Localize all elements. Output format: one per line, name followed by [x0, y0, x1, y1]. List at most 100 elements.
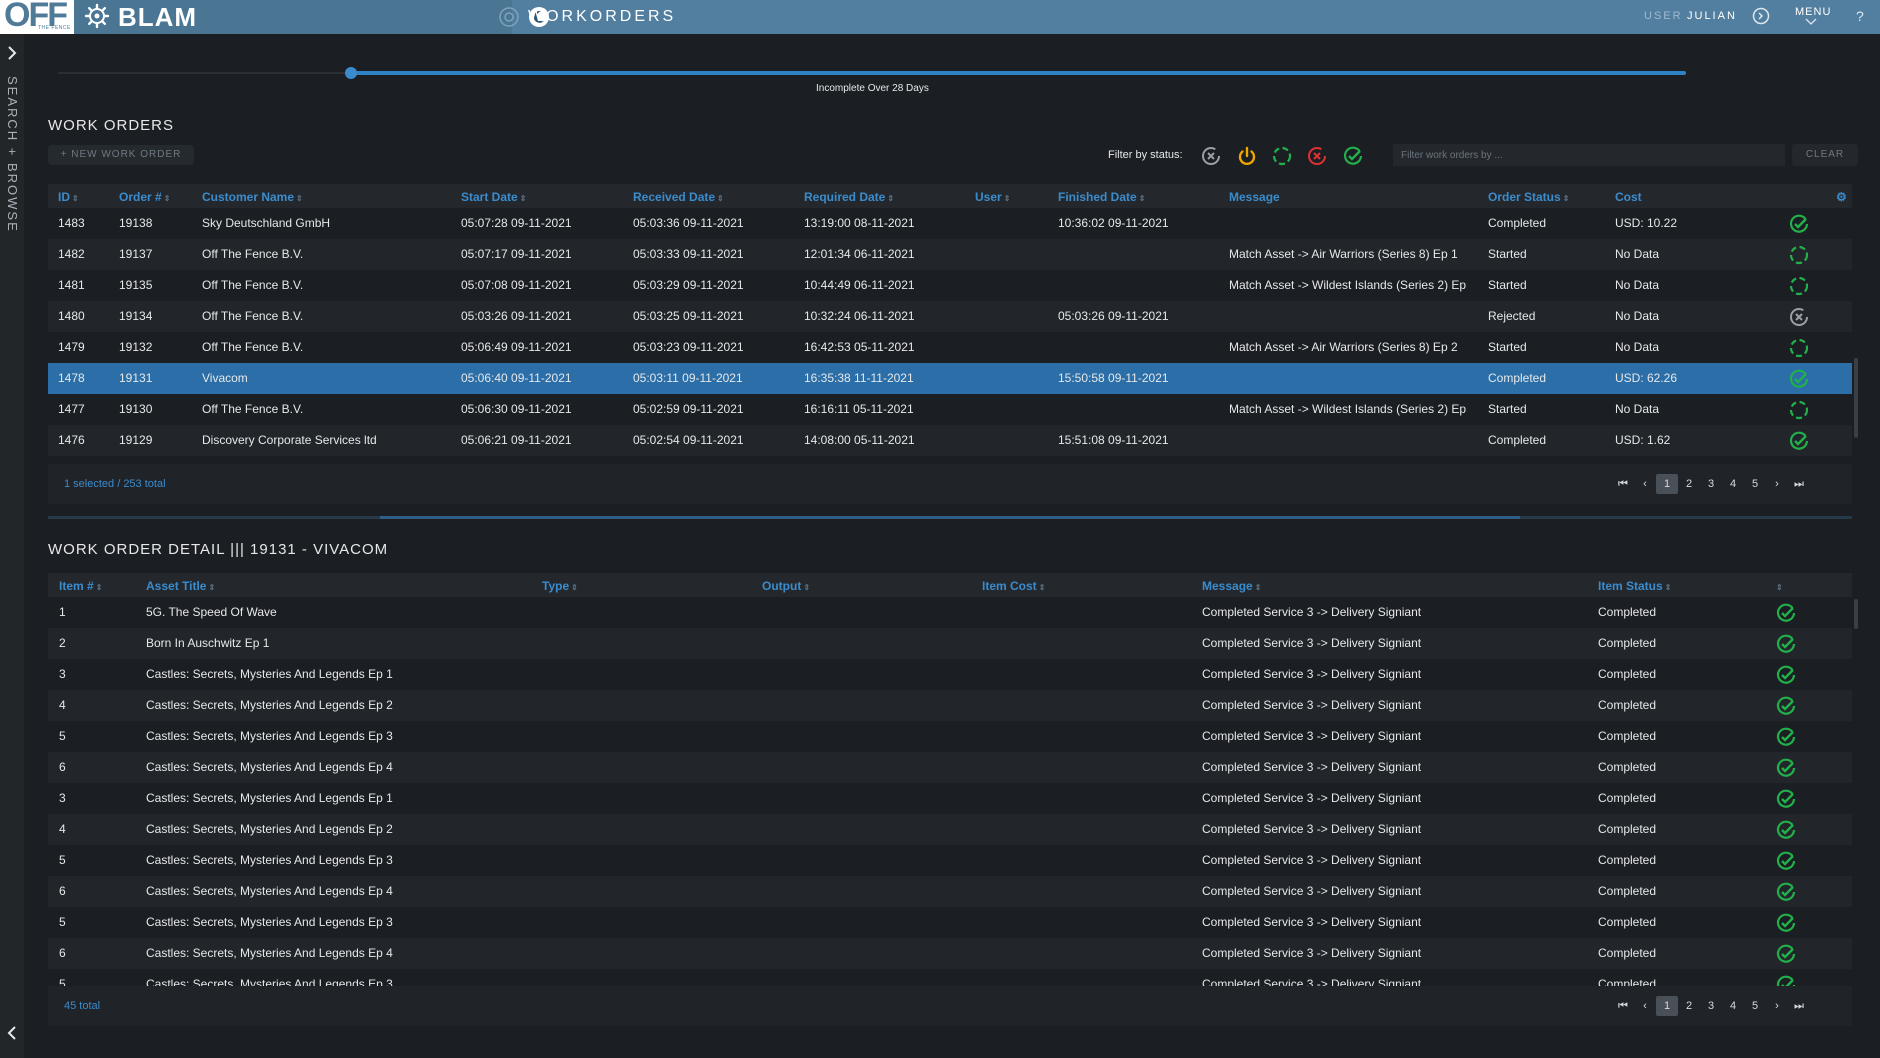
- page-button[interactable]: 1: [1656, 996, 1678, 1016]
- column-header-order-status[interactable]: Order Status ⇕: [1488, 190, 1569, 206]
- cell-customer-name: Vivacom: [202, 371, 248, 385]
- table-row[interactable]: 1479 19132 Off The Fence B.V. 05:06:49 09-1…: [48, 332, 1852, 363]
- error-icon[interactable]: [1306, 145, 1328, 167]
- rejected-icon: [1790, 308, 1808, 326]
- column-header-output[interactable]: Output ⇕: [762, 579, 810, 595]
- column-header-cost[interactable]: Cost: [1615, 190, 1642, 204]
- table-row[interactable]: 1480 19134 Off The Fence B.V. 05:03:26 09-1…: [48, 301, 1852, 332]
- cell-message: Completed Service 3 -> Delivery Signiant: [1202, 946, 1422, 960]
- cell-asset-title: Castles: Secrets, Mysteries And Legends …: [146, 698, 393, 712]
- page-button[interactable]: 4: [1722, 996, 1744, 1016]
- cell-customer-name: Off The Fence B.V.: [202, 247, 304, 261]
- table-row[interactable]: 6 Castles: Secrets, Mysteries And Legends…: [48, 752, 1852, 783]
- column-header-user[interactable]: User ⇕: [975, 190, 1010, 206]
- column-header-customer[interactable]: Customer Name ⇕: [202, 190, 303, 206]
- completed-icon: [1776, 696, 1796, 715]
- timeline-handle[interactable]: [345, 67, 358, 79]
- table-row[interactable]: 4 Castles: Secrets, Mysteries And Legends…: [48, 690, 1852, 721]
- cell-item-number: 2: [59, 636, 66, 650]
- cell-item-number: 1: [59, 605, 66, 619]
- last-page-icon[interactable]: ⏭: [1788, 996, 1810, 1016]
- page-button[interactable]: 1: [1656, 474, 1678, 494]
- column-header-order[interactable]: Order # ⇕: [119, 190, 170, 206]
- cell-id: 1480: [58, 309, 85, 323]
- table-row[interactable]: 2 Born In Auschwitz Ep 1 Completed Service…: [48, 628, 1852, 659]
- cell-asset-title: Castles: Secrets, Mysteries And Legends …: [146, 760, 393, 774]
- table-row[interactable]: 1481 19135 Off The Fence B.V. 05:07:08 09-1…: [48, 270, 1852, 301]
- first-page-icon[interactable]: ⏮: [1612, 474, 1634, 494]
- table-row[interactable]: 1 5G. The Speed Of Wave Completed Service …: [48, 597, 1852, 628]
- page-button[interactable]: 4: [1722, 474, 1744, 494]
- table-row[interactable]: 3 Castles: Secrets, Mysteries And Legends…: [48, 783, 1852, 814]
- detail-footer: 45 total ⏮ ‹ 1 2 3 4 5 › ⏭: [48, 986, 1852, 1026]
- next-page-icon[interactable]: ›: [1766, 996, 1788, 1016]
- column-header-required-date[interactable]: Required Date ⇕: [804, 190, 894, 206]
- column-sort-icon[interactable]: ⇕: [1774, 579, 1783, 595]
- logout-icon[interactable]: [1752, 7, 1770, 25]
- power-icon[interactable]: [1236, 145, 1258, 167]
- completed-icon[interactable]: [1342, 145, 1364, 167]
- chevron-down-icon[interactable]: [1805, 18, 1817, 26]
- user-name[interactable]: JULIAN: [1687, 10, 1737, 22]
- column-settings-icon[interactable]: ⚙: [1836, 190, 1847, 204]
- cell-cost: USD: 62.26: [1615, 371, 1678, 385]
- column-header-start-date[interactable]: Start Date ⇕: [461, 190, 526, 206]
- table-row[interactable]: 4 Castles: Secrets, Mysteries And Legends…: [48, 814, 1852, 845]
- column-header-message[interactable]: Message: [1229, 190, 1280, 204]
- cell-item-status: Completed: [1598, 667, 1657, 681]
- scrollbar[interactable]: [1854, 599, 1858, 629]
- table-row[interactable]: 3 Castles: Secrets, Mysteries And Legends…: [48, 659, 1852, 690]
- scrollbar[interactable]: [1854, 358, 1858, 438]
- column-header-item-status[interactable]: Item Status ⇕: [1598, 579, 1671, 595]
- help-icon[interactable]: ?: [1856, 8, 1868, 24]
- page-button[interactable]: 3: [1700, 474, 1722, 494]
- search-browse-label[interactable]: SEARCH + BROWSE: [5, 76, 20, 233]
- table-row[interactable]: 6 Castles: Secrets, Mysteries And Legends…: [48, 938, 1852, 969]
- table-row[interactable]: 5 Castles: Secrets, Mysteries And Legends…: [48, 907, 1852, 938]
- page-button[interactable]: 2: [1678, 996, 1700, 1016]
- table-row[interactable]: 1476 19129 Discovery Corporate Services lt…: [48, 425, 1852, 456]
- table-row[interactable]: 1478 19131 Vivacom 05:06:40 09-11-2021 05:03…: [48, 363, 1852, 394]
- started-icon: [1789, 338, 1809, 358]
- column-header-type[interactable]: Type ⇕: [542, 579, 578, 595]
- rejected-icon[interactable]: [1200, 145, 1222, 167]
- table-row[interactable]: 5 Castles: Secrets, Mysteries And Legends…: [48, 845, 1852, 876]
- cell-customer-name: Discovery Corporate Services ltd: [202, 433, 377, 447]
- menu-button[interactable]: MENU: [1795, 6, 1831, 18]
- column-header-item[interactable]: Item # ⇕: [59, 579, 102, 595]
- filter-work-orders-input[interactable]: [1393, 144, 1785, 166]
- last-page-icon[interactable]: ⏭: [1788, 474, 1810, 494]
- user-label: USER: [1644, 10, 1683, 22]
- cell-item-number: 5: [59, 729, 66, 743]
- column-header-asset-title[interactable]: Asset Title ⇕: [146, 579, 215, 595]
- page-button[interactable]: 5: [1744, 474, 1766, 494]
- cell-order-number: 19134: [119, 309, 153, 323]
- prev-page-icon[interactable]: ‹: [1634, 474, 1656, 494]
- page-button[interactable]: 5: [1744, 996, 1766, 1016]
- table-row[interactable]: 1483 19138 Sky Deutschland GmbH 05:07:28 09…: [48, 208, 1852, 239]
- page-button[interactable]: 2: [1678, 474, 1700, 494]
- page-button[interactable]: 3: [1700, 996, 1722, 1016]
- cell-item-number: 3: [59, 667, 66, 681]
- column-header-id[interactable]: ID ⇕: [58, 190, 79, 206]
- chevron-right-icon[interactable]: [6, 46, 18, 60]
- table-row[interactable]: 6 Castles: Secrets, Mysteries And Legends…: [48, 876, 1852, 907]
- column-header-received-date[interactable]: Received Date ⇕: [633, 190, 724, 206]
- table-row[interactable]: 5 Castles: Secrets, Mysteries And Legends…: [48, 721, 1852, 752]
- prev-page-icon[interactable]: ‹: [1634, 996, 1656, 1016]
- chevron-left-icon[interactable]: [6, 1026, 18, 1040]
- clear-button[interactable]: CLEAR: [1792, 144, 1858, 166]
- first-page-icon[interactable]: ⏮: [1612, 996, 1634, 1016]
- column-header-item-cost[interactable]: Item Cost ⇕: [982, 579, 1045, 595]
- table-row[interactable]: 1482 19137 Off The Fence B.V. 05:07:17 09-1…: [48, 239, 1852, 270]
- table-row[interactable]: 1477 19130 Off The Fence B.V. 05:06:30 09-1…: [48, 394, 1852, 425]
- column-header-finished-date[interactable]: Finished Date ⇕: [1058, 190, 1145, 206]
- sun-icon[interactable]: [498, 6, 520, 28]
- new-work-order-button[interactable]: + NEW WORK ORDER: [48, 145, 194, 165]
- started-icon[interactable]: [1271, 145, 1293, 167]
- column-header-message[interactable]: Message ⇕: [1202, 579, 1261, 595]
- cell-asset-title: Castles: Secrets, Mysteries And Legends …: [146, 884, 393, 898]
- next-page-icon[interactable]: ›: [1766, 474, 1788, 494]
- search-browse-rail[interactable]: SEARCH + BROWSE: [0, 34, 24, 1058]
- cell-asset-title: Castles: Secrets, Mysteries And Legends …: [146, 791, 393, 805]
